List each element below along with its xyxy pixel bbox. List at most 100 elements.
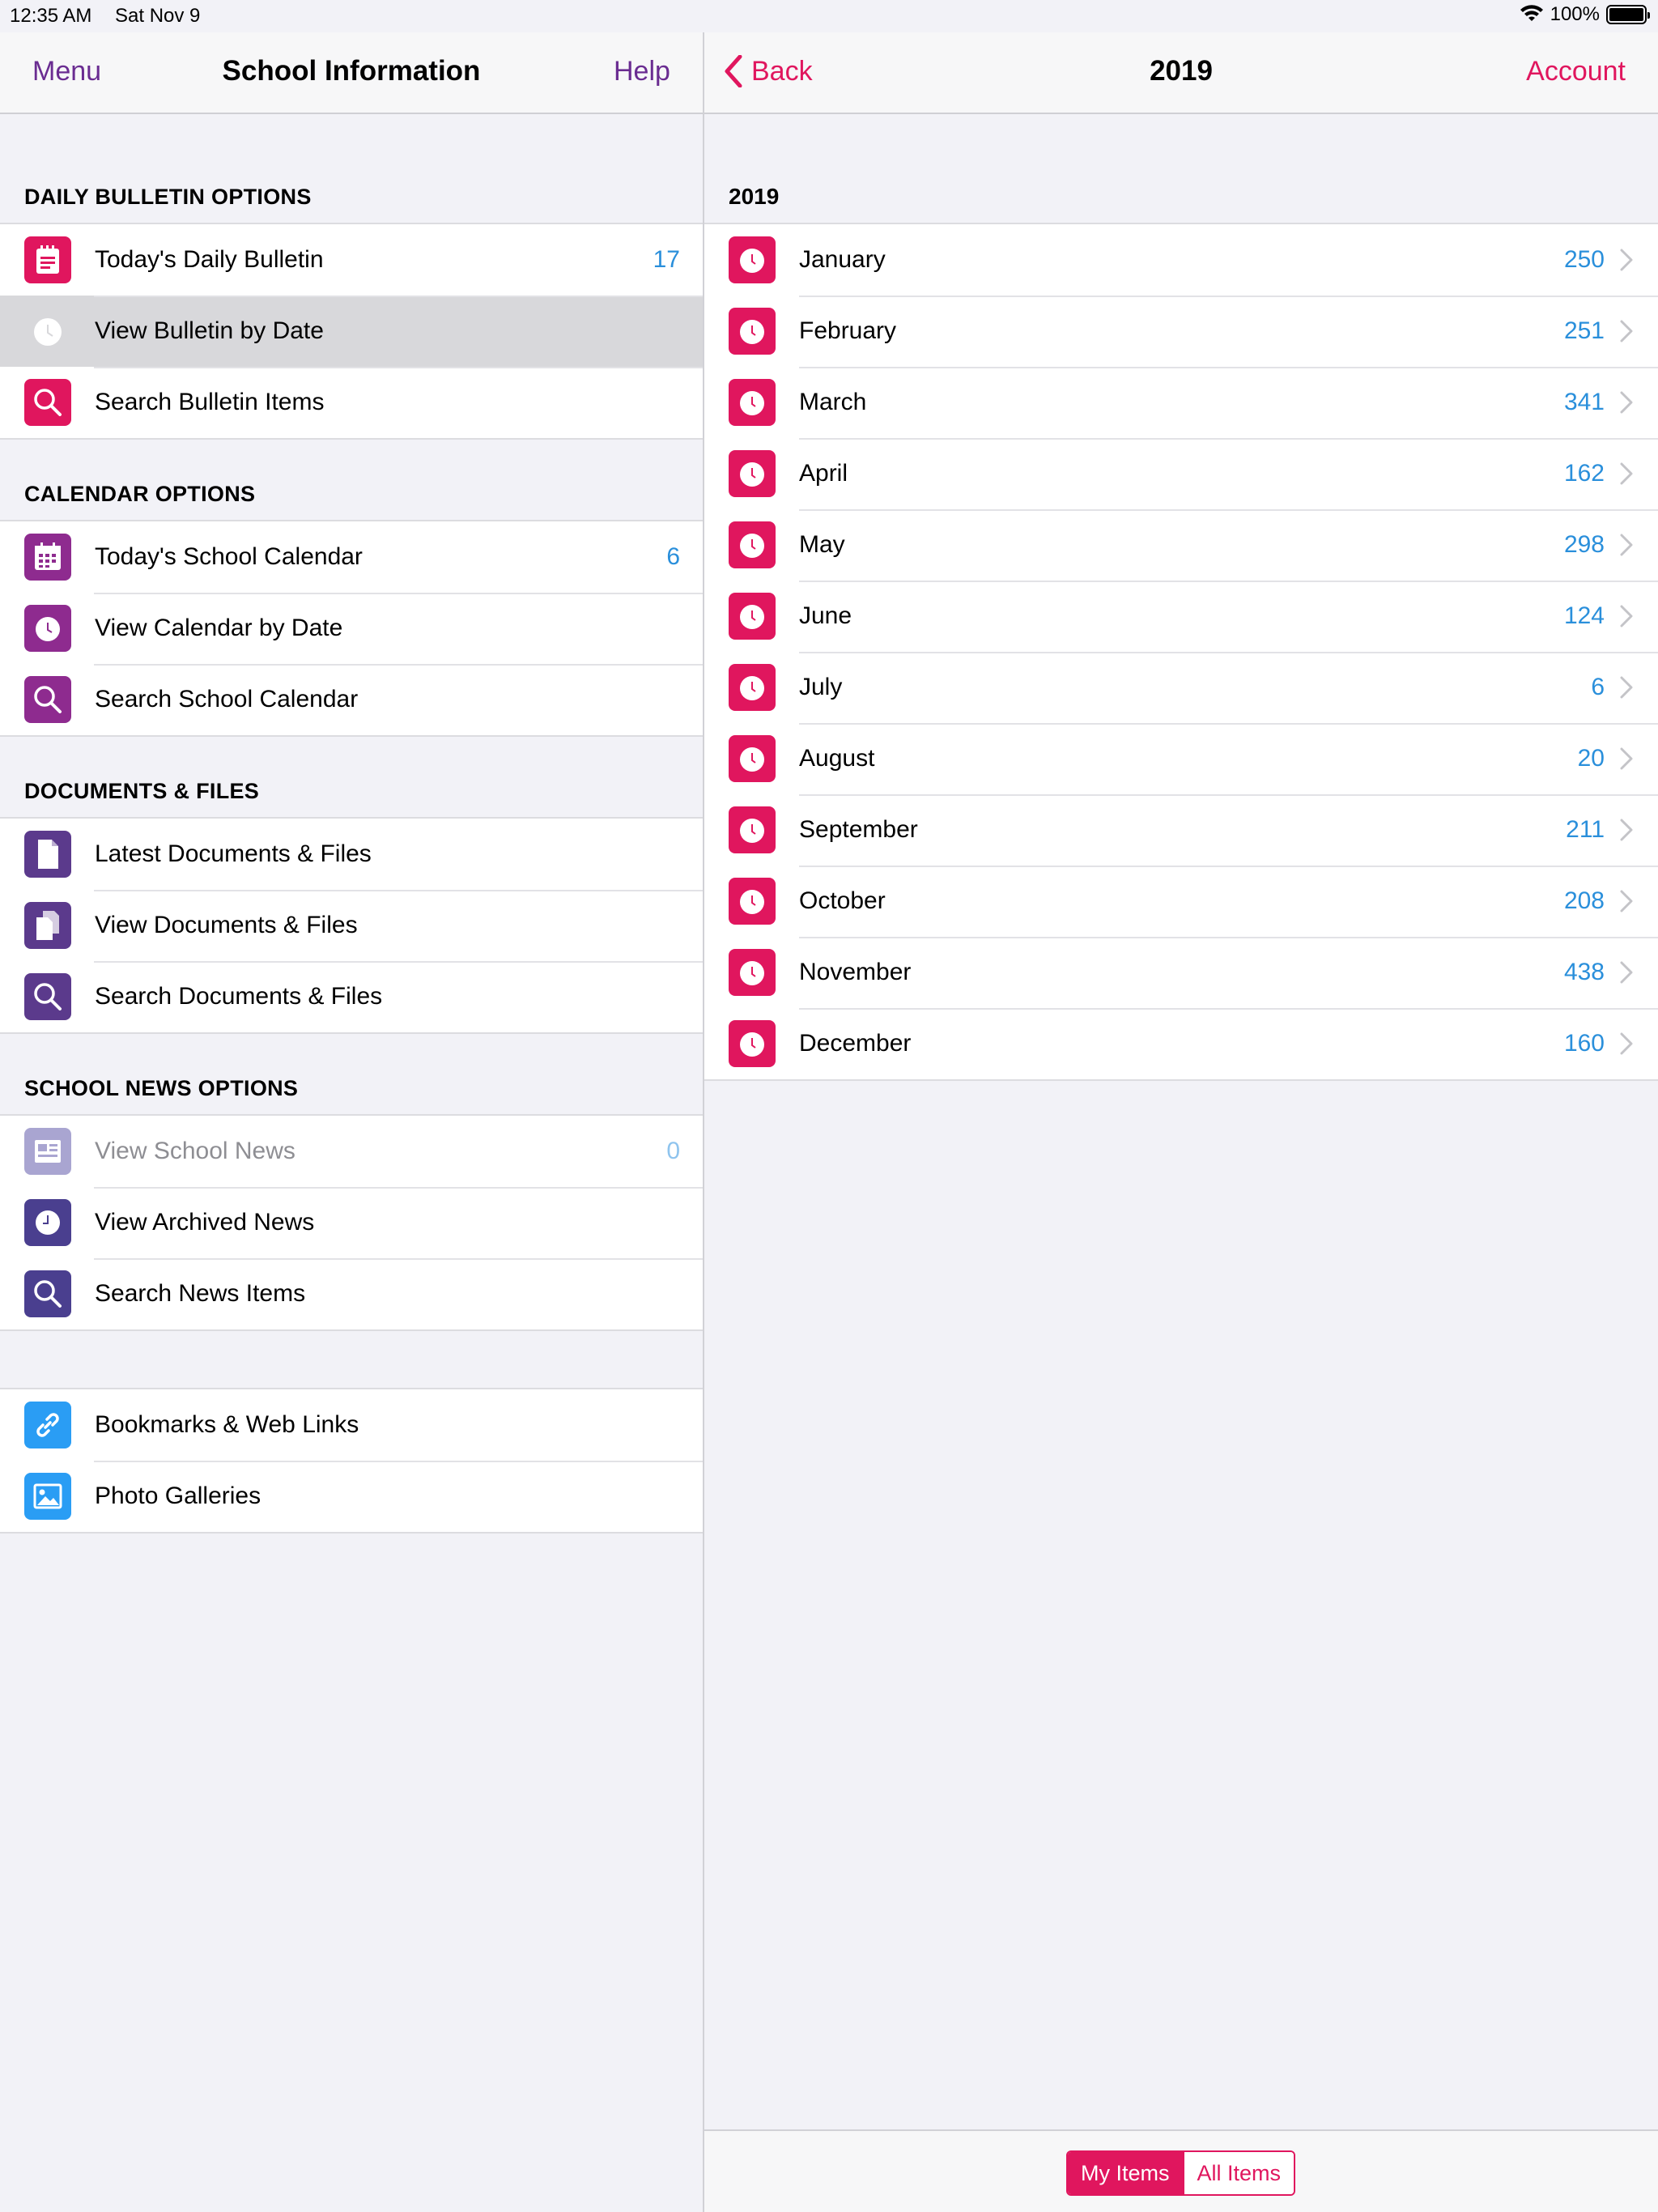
view-bulletin-by-date-row[interactable]: View Bulletin by Date (0, 296, 703, 367)
month-row-june[interactable]: June 124 (704, 581, 1658, 652)
year-section-header: 2019 (729, 184, 780, 209)
clock-icon (729, 308, 776, 355)
search-icon (24, 1270, 71, 1317)
news-group: View School News 0 View Archived News Se… (0, 1114, 703, 1331)
month-list: January 250 February 251 March 341 April 162 May… (704, 223, 1658, 1081)
month-row-april[interactable]: April 162 (704, 438, 1658, 509)
clock-icon (729, 735, 776, 782)
clock-icon (729, 521, 776, 568)
detail-list: 2019 January 250 February 251 March 341 April 1… (704, 115, 1658, 1081)
status-indicators: 100% (1520, 3, 1650, 26)
month-row-august[interactable]: August 20 (704, 723, 1658, 794)
row-label: Search News Items (95, 1280, 306, 1307)
row-label: Today's School Calendar (95, 543, 363, 570)
search-icon (24, 379, 71, 426)
document-icon (24, 831, 71, 878)
search-documents-row[interactable]: Search Documents & Files (0, 961, 703, 1032)
clock-icon (729, 949, 776, 996)
chevron-right-icon (1620, 890, 1633, 912)
items-filter-segmented-control: My Items All Items (1066, 2150, 1296, 2196)
month-count: 6 (1591, 674, 1605, 700)
my-items-segment[interactable]: My Items (1068, 2152, 1183, 2194)
detail-title: 2019 (1150, 55, 1213, 87)
detail-navigation-bar: 2019 Back Account (704, 32, 1658, 114)
search-icon (24, 973, 71, 1020)
section-header-documents: DOCUMENTS & FILES (24, 779, 260, 803)
chevron-right-icon (1620, 819, 1633, 841)
search-school-calendar-row[interactable]: Search School Calendar (0, 664, 703, 735)
clock-icon (729, 593, 776, 640)
status-date: Sat Nov 9 (115, 5, 201, 27)
back-button[interactable]: Back (724, 55, 813, 87)
clock-icon (24, 1199, 71, 1246)
month-label: January (799, 246, 886, 273)
menu-button[interactable]: Menu (32, 55, 101, 87)
chevron-right-icon (1620, 961, 1633, 984)
row-count: 17 (653, 246, 680, 273)
row-label: View Documents & Files (95, 912, 358, 938)
row-label: Latest Documents & Files (95, 840, 372, 867)
month-count: 251 (1563, 317, 1605, 344)
latest-documents-row[interactable]: Latest Documents & Files (0, 819, 703, 890)
clock-icon (729, 878, 776, 925)
master-list: DAILY BULLETIN OPTIONS Today's Daily Bul… (0, 115, 703, 1534)
section-header-bulletin: DAILY BULLETIN OPTIONS (24, 185, 312, 209)
month-count: 298 (1563, 531, 1605, 558)
month-count: 20 (1577, 745, 1605, 772)
section-header-calendar: CALENDAR OPTIONS (24, 482, 256, 506)
month-label: April (799, 460, 848, 487)
month-label: July (799, 674, 843, 700)
view-calendar-by-date-row[interactable]: View Calendar by Date (0, 593, 703, 664)
view-archived-news-row[interactable]: View Archived News (0, 1187, 703, 1258)
month-row-july[interactable]: July 6 (704, 652, 1658, 723)
month-row-january[interactable]: January 250 (704, 224, 1658, 296)
bottom-toolbar: My Items All Items (704, 2129, 1658, 2212)
row-label: Search School Calendar (95, 686, 359, 713)
row-label: Photo Galleries (95, 1482, 261, 1509)
month-row-september[interactable]: September 211 (704, 794, 1658, 866)
month-row-november[interactable]: November 438 (704, 937, 1658, 1008)
month-label: March (799, 389, 867, 415)
month-label: June (799, 602, 852, 629)
view-school-news-row[interactable]: View School News 0 (0, 1116, 703, 1187)
account-button[interactable]: Account (1526, 55, 1626, 87)
documents-group: Latest Documents & Files View Documents … (0, 817, 703, 1034)
bookmarks-row[interactable]: Bookmarks & Web Links (0, 1389, 703, 1461)
chevron-right-icon (1620, 676, 1633, 699)
battery-percent: 100% (1550, 3, 1600, 25)
month-count: 250 (1563, 246, 1605, 273)
month-row-february[interactable]: February 251 (704, 296, 1658, 367)
chevron-right-icon (1620, 462, 1633, 485)
clock-icon (729, 1020, 776, 1067)
month-count: 438 (1563, 959, 1605, 985)
row-count: 0 (666, 1138, 680, 1164)
other-group: Bookmarks & Web Links Photo Galleries (0, 1388, 703, 1534)
search-news-items-row[interactable]: Search News Items (0, 1258, 703, 1329)
month-row-october[interactable]: October 208 (704, 866, 1658, 937)
help-button[interactable]: Help (614, 55, 670, 87)
month-row-march[interactable]: March 341 (704, 367, 1658, 438)
all-items-segment[interactable]: All Items (1182, 2152, 1295, 2194)
todays-school-calendar-row[interactable]: Today's School Calendar 6 (0, 521, 703, 593)
month-label: November (799, 959, 912, 985)
chevron-right-icon (1620, 605, 1633, 627)
clock-icon (24, 605, 71, 652)
month-label: May (799, 531, 845, 558)
chevron-right-icon (1620, 391, 1633, 414)
todays-daily-bulletin-row[interactable]: Today's Daily Bulletin 17 (0, 224, 703, 296)
month-count: 211 (1566, 816, 1605, 843)
month-row-may[interactable]: May 298 (704, 509, 1658, 581)
month-row-december[interactable]: December 160 (704, 1008, 1658, 1079)
view-documents-row[interactable]: View Documents & Files (0, 890, 703, 961)
row-label: Search Documents & Files (95, 983, 383, 1010)
search-icon (24, 676, 71, 723)
newspaper-icon (24, 1128, 71, 1175)
month-label: October (799, 887, 886, 914)
battery-level (1609, 8, 1643, 21)
chevron-right-icon (1620, 320, 1633, 342)
row-label: Today's Daily Bulletin (95, 246, 324, 273)
photo-galleries-row[interactable]: Photo Galleries (0, 1461, 703, 1532)
search-bulletin-items-row[interactable]: Search Bulletin Items (0, 367, 703, 438)
row-label: View Bulletin by Date (95, 317, 324, 344)
